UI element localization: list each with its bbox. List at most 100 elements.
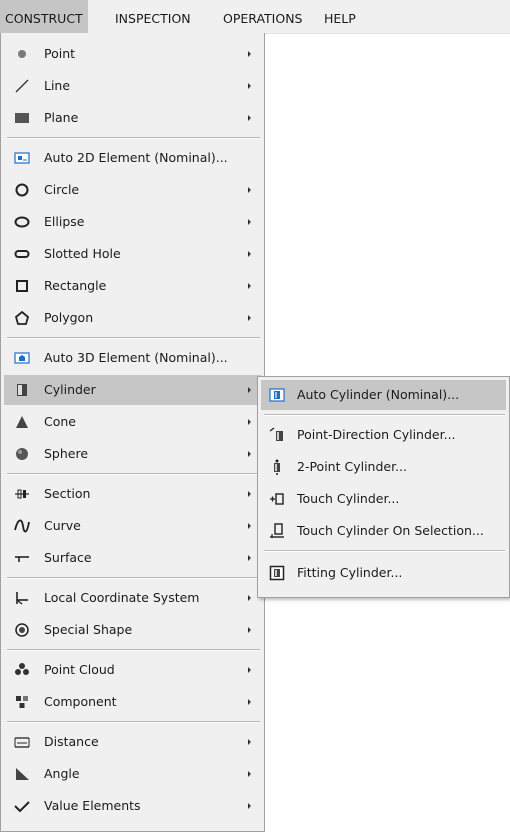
menu-item-component[interactable]: Component <box>4 687 261 717</box>
menu-separator <box>7 721 260 723</box>
menu-item-label: Rectangle <box>44 278 107 293</box>
menu-item-value-elements[interactable]: Value Elements <box>4 791 261 821</box>
menu-item-point[interactable]: Point <box>4 39 261 69</box>
submenu-arrow-icon <box>248 595 251 601</box>
menu-item-label: Curve <box>44 518 81 533</box>
submenu-arrow-icon <box>248 699 251 705</box>
menubar-construct[interactable]: CONSTRUCT <box>0 0 88 33</box>
menu-item-sphere[interactable]: Sphere <box>4 439 261 469</box>
menu-item-point-cloud[interactable]: Point Cloud <box>4 655 261 685</box>
fitting-cylinder-icon <box>269 565 285 581</box>
menu-item-circle[interactable]: Circle <box>4 175 261 205</box>
auto-cylinder-icon <box>269 387 285 403</box>
menu-item-label: Component <box>44 694 117 709</box>
auto-2d-element-icon <box>14 150 30 166</box>
menu-item-label: Circle <box>44 182 80 197</box>
line-icon <box>14 78 30 94</box>
submenu-arrow-icon <box>248 451 251 457</box>
menu-item-surface[interactable]: Surface <box>4 543 261 573</box>
plane-icon <box>14 110 30 126</box>
submenu-arrow-icon <box>248 315 251 321</box>
menu-item-label: Value Elements <box>44 798 141 813</box>
menu-item-auto-2d-element[interactable]: Auto 2D Element (Nominal)... <box>4 143 261 173</box>
menu-item-label: Line <box>44 78 71 93</box>
ellipse-icon <box>14 214 30 230</box>
submenu-arrow-icon <box>248 387 251 393</box>
menu-item-label: Polygon <box>44 310 94 325</box>
touch-cylinder-selection-icon <box>269 523 285 539</box>
menu-item-curve[interactable]: Curve <box>4 511 261 541</box>
submenu-item-touch-cylinder[interactable]: Touch Cylinder... <box>261 484 506 514</box>
section-icon <box>14 486 30 502</box>
menu-item-label: Ellipse <box>44 214 85 229</box>
distance-icon <box>14 734 30 750</box>
component-icon <box>14 694 30 710</box>
menubar-help[interactable]: HELP <box>319 0 361 33</box>
value-elements-icon <box>14 798 30 814</box>
menu-item-polygon[interactable]: Polygon <box>4 303 261 333</box>
menu-item-label: Touch Cylinder... <box>297 491 400 506</box>
menu-item-distance[interactable]: Distance <box>4 727 261 757</box>
point-direction-cylinder-icon <box>269 427 285 443</box>
submenu-item-auto-cylinder[interactable]: Auto Cylinder (Nominal)... <box>261 380 506 410</box>
menu-item-slotted-hole[interactable]: Slotted Hole <box>4 239 261 269</box>
point-dot-icon <box>14 46 30 62</box>
polygon-icon <box>14 310 30 326</box>
submenu-item-fitting-cylinder[interactable]: Fitting Cylinder... <box>261 558 506 588</box>
slotted-hole-icon <box>14 246 30 262</box>
menu-item-label: Cylinder <box>44 382 96 397</box>
menu-item-local-coordinate-system[interactable]: Local Coordinate System <box>4 583 261 613</box>
submenu-arrow-icon <box>248 51 251 57</box>
menu-item-ellipse[interactable]: Ellipse <box>4 207 261 237</box>
curve-icon <box>14 518 30 534</box>
menu-item-auto-3d-element[interactable]: Auto 3D Element (Nominal)... <box>4 343 261 373</box>
two-point-cylinder-icon <box>269 459 285 475</box>
menu-item-label: Special Shape <box>44 622 133 637</box>
angle-icon <box>14 766 30 782</box>
point-cloud-icon <box>14 662 30 678</box>
menu-item-label: Distance <box>44 734 99 749</box>
menu-separator <box>7 137 260 139</box>
menu-item-label: Touch Cylinder On Selection... <box>297 523 484 538</box>
menu-separator <box>7 649 260 651</box>
menu-separator <box>7 337 260 339</box>
menu-item-angle[interactable]: Angle <box>4 759 261 789</box>
coordinate-system-icon <box>14 590 30 606</box>
submenu-arrow-icon <box>248 771 251 777</box>
menu-item-label: Angle <box>44 766 80 781</box>
submenu-arrow-icon <box>248 251 251 257</box>
submenu-arrow-icon <box>248 523 251 529</box>
auto-3d-element-icon <box>14 350 30 366</box>
menu-item-label: Point <box>44 46 76 61</box>
menu-item-line[interactable]: Line <box>4 71 261 101</box>
submenu-arrow-icon <box>248 803 251 809</box>
special-shape-icon <box>14 622 30 638</box>
menu-item-label: 2-Point Cylinder... <box>297 459 408 474</box>
menubar-operations[interactable]: OPERATIONS <box>218 0 307 33</box>
submenu-item-two-point-cylinder[interactable]: 2-Point Cylinder... <box>261 452 506 482</box>
menu-item-plane[interactable]: Plane <box>4 103 261 133</box>
cylinder-icon <box>14 382 30 398</box>
sphere-icon <box>14 446 30 462</box>
menu-item-label: Slotted Hole <box>44 246 121 261</box>
menu-item-rectangle[interactable]: Rectangle <box>4 271 261 301</box>
menu-item-label: Sphere <box>44 446 89 461</box>
submenu-item-point-direction-cylinder[interactable]: Point-Direction Cylinder... <box>261 420 506 450</box>
menu-item-label: Fitting Cylinder... <box>297 565 403 580</box>
menu-item-cone[interactable]: Cone <box>4 407 261 437</box>
menu-separator <box>264 414 505 416</box>
submenu-arrow-icon <box>248 555 251 561</box>
submenu-arrow-icon <box>248 419 251 425</box>
menu-item-label: Local Coordinate System <box>44 590 200 605</box>
submenu-arrow-icon <box>248 627 251 633</box>
submenu-arrow-icon <box>248 115 251 121</box>
surface-icon <box>14 550 30 566</box>
menu-item-special-shape[interactable]: Special Shape <box>4 615 261 645</box>
menu-item-section[interactable]: Section <box>4 479 261 509</box>
rectangle-icon <box>14 278 30 294</box>
menu-item-label: Auto 3D Element (Nominal)... <box>44 350 228 365</box>
submenu-item-touch-cylinder-on-selection[interactable]: Touch Cylinder On Selection... <box>261 516 506 546</box>
menu-separator <box>7 577 260 579</box>
menubar-inspection[interactable]: INSPECTION <box>110 0 196 33</box>
menu-item-cylinder[interactable]: Cylinder <box>4 375 261 405</box>
